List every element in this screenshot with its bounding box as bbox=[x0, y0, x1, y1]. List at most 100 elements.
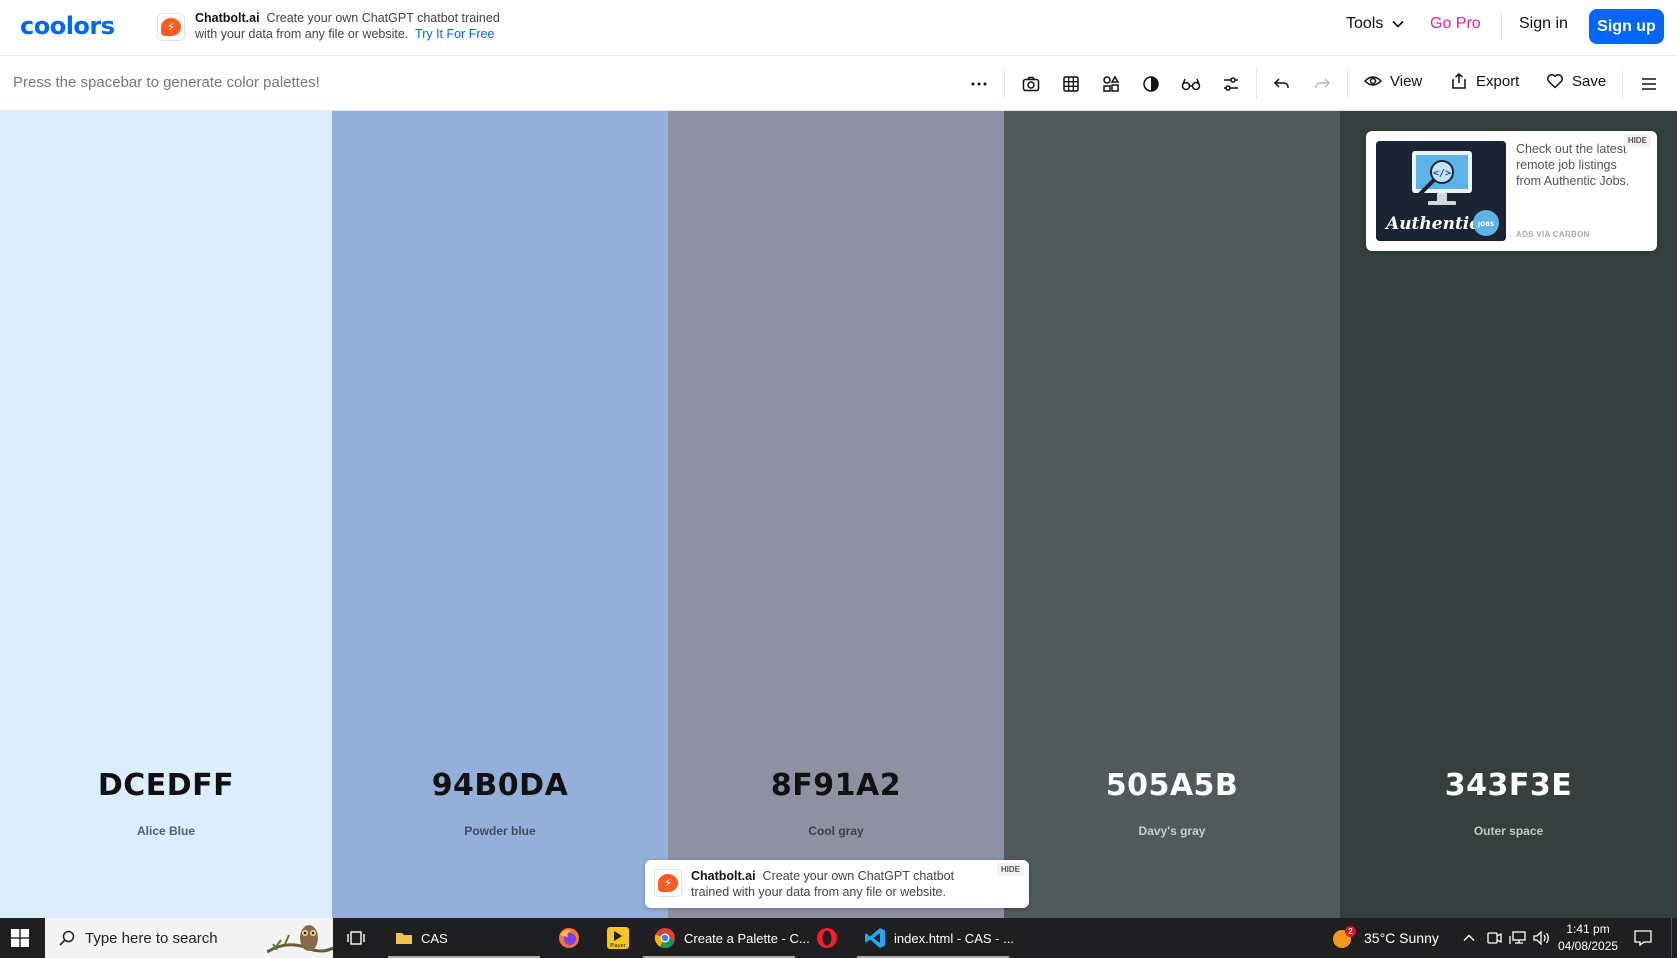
toolbar-divider bbox=[1622, 68, 1623, 98]
sign-up-button[interactable]: Sign up bbox=[1589, 9, 1664, 44]
chrome-icon bbox=[654, 928, 675, 949]
task-view-icon bbox=[347, 931, 365, 945]
weather-badge: 2 bbox=[1345, 926, 1356, 937]
volume-icon[interactable] bbox=[1533, 918, 1551, 958]
owl-illustration-icon bbox=[267, 925, 333, 954]
export-button[interactable]: Export bbox=[1450, 72, 1519, 90]
top-nav: coolors ⚡ Chatbolt.ai Create your own Ch… bbox=[0, 0, 1677, 56]
heart-icon bbox=[1547, 74, 1563, 89]
save-label: Save bbox=[1572, 72, 1607, 90]
color-swatch[interactable]: 94B0DA Powder blue bbox=[332, 111, 668, 918]
taskbar-app-file-explorer[interactable]: CAS bbox=[395, 918, 448, 958]
top-ad-cta-link[interactable]: Try It For Free bbox=[415, 27, 494, 41]
view-label: View bbox=[1390, 72, 1423, 90]
sign-in-link[interactable]: Sign in bbox=[1519, 15, 1568, 33]
carbon-ad-text[interactable]: Check out the latest remote job listings… bbox=[1516, 141, 1631, 189]
hide-ad-button[interactable]: HIDE bbox=[996, 863, 1024, 876]
color-swatch[interactable]: DCEDFF Alice Blue bbox=[0, 111, 332, 918]
taskbar-app-chrome[interactable]: Create a Palette - C... bbox=[654, 918, 810, 958]
search-icon bbox=[59, 930, 75, 946]
opera-icon bbox=[817, 928, 837, 948]
shapes-icon[interactable] bbox=[1099, 72, 1123, 96]
undo-icon[interactable] bbox=[1270, 72, 1294, 96]
app-label: index.html - CAS - ... bbox=[894, 930, 1014, 946]
network-icon[interactable] bbox=[1509, 918, 1527, 958]
toolbar-divider bbox=[1004, 68, 1005, 98]
top-ad[interactable]: ⚡ Chatbolt.ai Create your own ChatGPT ch… bbox=[157, 10, 525, 42]
vscode-icon bbox=[865, 928, 885, 948]
weather-text: 35°C Sunny bbox=[1364, 930, 1439, 946]
color-swatch[interactable]: 505A5B Davy's gray bbox=[1004, 111, 1340, 918]
windows-taskbar: Type here to search CAS Player Create a … bbox=[0, 918, 1677, 958]
more-options-icon[interactable] bbox=[967, 72, 991, 96]
firefox-icon bbox=[559, 928, 579, 948]
swatch-color-name: Outer space bbox=[1473, 824, 1544, 838]
swatch-hex[interactable]: 8F91A2 bbox=[668, 768, 1004, 803]
taskbar-app-opera[interactable] bbox=[816, 918, 838, 958]
ad-image-badge: JOBS bbox=[1477, 221, 1494, 228]
show-desktop-button[interactable] bbox=[1671, 918, 1672, 958]
bottom-ad[interactable]: ⚡ Chatbolt.ai Create your own ChatGPT ch… bbox=[645, 860, 1029, 908]
clock-time: 1:41 pm bbox=[1566, 922, 1610, 936]
ads-via-carbon-link[interactable]: ADS VIA CARBON bbox=[1516, 230, 1590, 239]
tools-menu[interactable]: Tools bbox=[1346, 15, 1405, 33]
notifications-icon[interactable] bbox=[1634, 918, 1652, 958]
share-icon bbox=[1452, 73, 1466, 89]
weather-widget[interactable]: 2 35°C Sunny bbox=[1332, 918, 1439, 958]
task-view-button[interactable] bbox=[347, 918, 365, 958]
svg-text:</>: </> bbox=[1433, 168, 1451, 179]
go-pro-link[interactable]: Go Pro bbox=[1430, 15, 1481, 33]
taskbar-search-box[interactable]: Type here to search bbox=[45, 918, 333, 958]
hide-ad-button[interactable]: HIDE bbox=[1623, 134, 1651, 147]
bottom-ad-name: Chatbolt.ai bbox=[691, 869, 756, 883]
export-label: Export bbox=[1476, 72, 1520, 90]
swatch-hex[interactable]: 94B0DA bbox=[332, 768, 668, 803]
svg-text:Player: Player bbox=[610, 943, 627, 949]
ad-image[interactable]: </> Authentic JOBS bbox=[1376, 141, 1506, 241]
toolbar-divider bbox=[1347, 68, 1348, 98]
folder-icon bbox=[396, 933, 412, 944]
media-player-icon: Player bbox=[607, 927, 629, 949]
swatch-hex[interactable]: 505A5B bbox=[1004, 768, 1340, 803]
search-placeholder: Type here to search bbox=[85, 929, 218, 947]
carbon-ad[interactable]: </> Authentic JOBS Check out the latest … bbox=[1366, 131, 1657, 251]
adjust-icon[interactable] bbox=[1219, 72, 1243, 96]
taskbar-app-vscode[interactable]: index.html - CAS - ... bbox=[864, 918, 1014, 958]
color-swatch[interactable]: 8F91A2 Cool gray bbox=[668, 111, 1004, 918]
glasses-icon[interactable] bbox=[1179, 72, 1203, 96]
swatch-color-name: Cool gray bbox=[808, 824, 864, 838]
taskbar-app-firefox[interactable] bbox=[558, 918, 580, 958]
chatbolt-logo-icon: ⚡ bbox=[654, 869, 682, 897]
chevron-up-icon bbox=[1463, 934, 1475, 941]
contrast-icon[interactable] bbox=[1139, 72, 1163, 96]
swatch-color-name: Alice Blue bbox=[136, 824, 196, 838]
bottom-ad-text: Chatbolt.ai Create your own ChatGPT chat… bbox=[691, 868, 986, 900]
top-ad-name: Chatbolt.ai bbox=[195, 11, 260, 25]
camera-icon[interactable] bbox=[1019, 72, 1043, 96]
nav-divider bbox=[1501, 13, 1502, 41]
coolors-logo[interactable]: coolors bbox=[20, 12, 115, 40]
swatch-hex[interactable]: 343F3E bbox=[1340, 768, 1677, 803]
show-hidden-icons-button[interactable] bbox=[1462, 918, 1476, 958]
redo-icon[interactable] bbox=[1310, 72, 1334, 96]
swatch-color-name: Davy's gray bbox=[1138, 824, 1206, 838]
meet-now-icon[interactable] bbox=[1486, 918, 1502, 958]
grid-icon[interactable] bbox=[1059, 72, 1083, 96]
taskbar-clock[interactable]: 1:41 pm 04/08/2025 bbox=[1558, 918, 1618, 958]
top-ad-text: Chatbolt.ai Create your own ChatGPT chat… bbox=[195, 10, 525, 42]
swatch-hex[interactable]: DCEDFF bbox=[0, 768, 332, 803]
view-button[interactable]: View bbox=[1364, 72, 1422, 90]
chatbolt-logo-icon: ⚡ bbox=[157, 13, 185, 41]
toolbar-divider bbox=[1256, 68, 1257, 98]
chevron-down-icon bbox=[1392, 20, 1404, 28]
clock-date: 04/08/2025 bbox=[1558, 939, 1619, 953]
hamburger-menu-icon[interactable] bbox=[1637, 72, 1661, 96]
save-button[interactable]: Save bbox=[1546, 72, 1606, 90]
app-label: CAS bbox=[421, 930, 448, 946]
spacebar-hint: Press the spacebar to generate color pal… bbox=[13, 74, 320, 91]
generator-toolbar: Press the spacebar to generate color pal… bbox=[0, 56, 1677, 111]
swatch-color-name: Powder blue bbox=[464, 824, 536, 838]
taskbar-app-player[interactable]: Player bbox=[606, 918, 630, 958]
start-button[interactable] bbox=[11, 918, 29, 958]
ad-image-brand: Authentic bbox=[1384, 214, 1480, 234]
